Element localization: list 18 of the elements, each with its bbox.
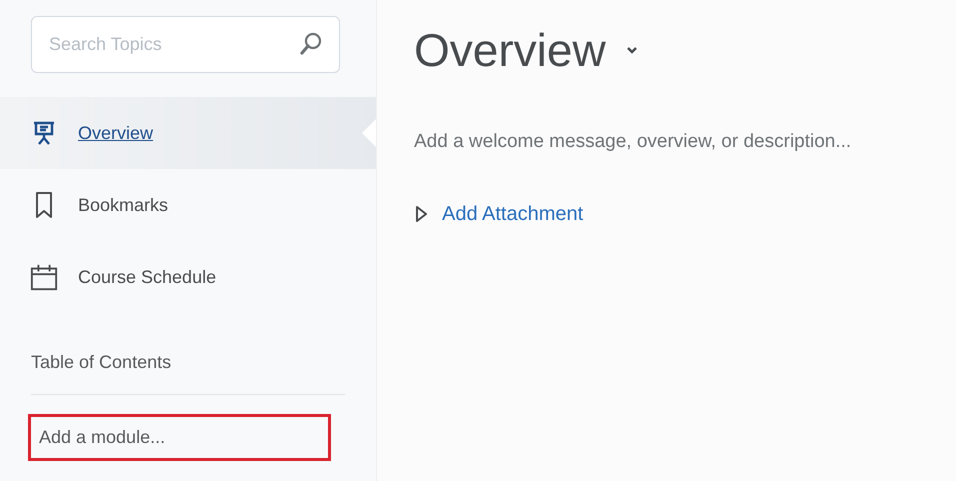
- nav-item[interactable]: Overview: [0, 97, 376, 169]
- nav-item-label[interactable]: Overview: [78, 120, 154, 146]
- caret-right-icon[interactable]: [414, 206, 428, 222]
- presentation-board-icon: [31, 120, 57, 146]
- calendar-icon: [30, 262, 58, 292]
- add-attachment-link[interactable]: Add Attachment: [442, 198, 584, 228]
- chevron-down-icon[interactable]: [626, 46, 638, 54]
- bookmark-icon: [33, 191, 55, 219]
- nav-item-label[interactable]: Course Schedule: [78, 264, 216, 290]
- nav-item-label[interactable]: Bookmarks: [78, 192, 168, 218]
- search-icon[interactable]: [299, 31, 323, 57]
- page-title: Overview: [414, 24, 606, 76]
- add-module-field[interactable]: Add a module...: [28, 414, 331, 461]
- section-heading: Table of Contents: [31, 351, 172, 374]
- nav-item[interactable]: Bookmarks: [0, 169, 376, 241]
- nav-item[interactable]: Course Schedule: [0, 241, 376, 313]
- search-field[interactable]: Search Topics: [31, 16, 340, 73]
- description-field[interactable]: Add a welcome message, overview, or description...: [414, 128, 956, 156]
